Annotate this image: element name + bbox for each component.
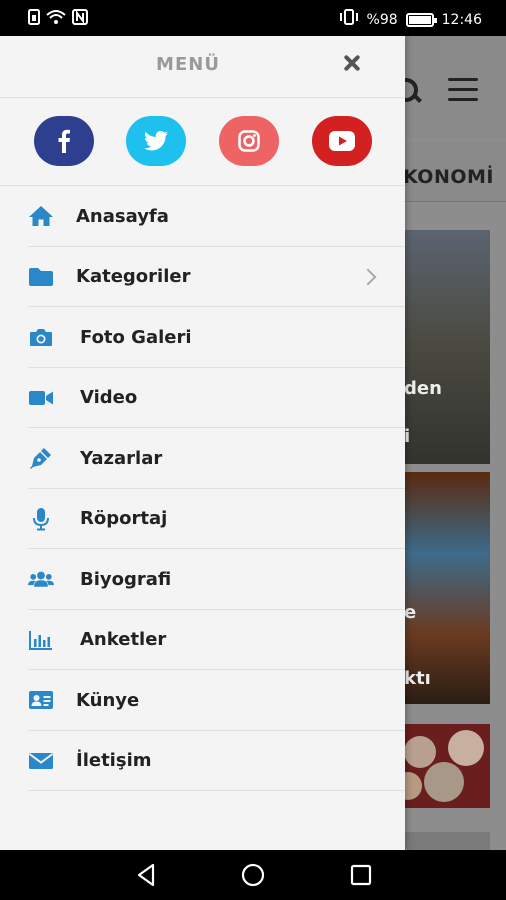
news-card xyxy=(394,724,490,808)
id-card-icon xyxy=(28,688,54,712)
status-left xyxy=(28,9,88,30)
news-card-text: e xyxy=(404,602,417,623)
folder-icon xyxy=(28,265,54,289)
menu-list: Anasayfa Kategoriler Foto Galeri Video Y… xyxy=(0,186,405,791)
menu-item-label: Kategoriler xyxy=(76,266,191,288)
menu-title: MENÜ xyxy=(156,54,220,75)
instagram-button[interactable] xyxy=(219,116,279,166)
menu-item-label: Video xyxy=(80,387,138,409)
bar-chart-icon xyxy=(28,628,54,652)
youtube-icon xyxy=(329,131,355,151)
menu-item-kategoriler[interactable]: Kategoriler xyxy=(0,247,405,308)
social-links xyxy=(0,98,405,186)
battery-fill xyxy=(408,15,431,24)
menu-item-kunye[interactable]: Künye xyxy=(0,670,405,731)
menu-item-yazarlar[interactable]: Yazarlar xyxy=(0,428,405,489)
side-menu-drawer: MENÜ Anasayfa Kategoriler Foto Galeri Vi… xyxy=(0,36,405,850)
news-card: e ktı xyxy=(400,472,490,704)
people-photo xyxy=(394,730,484,802)
clock: 12:46 xyxy=(441,11,482,28)
menu-item-video[interactable]: Video xyxy=(0,368,405,429)
battery-icon xyxy=(405,12,437,27)
sim-icon xyxy=(28,9,40,30)
home-button-icon[interactable] xyxy=(240,862,266,888)
camera-icon xyxy=(28,325,54,349)
microphone-icon xyxy=(28,507,54,531)
wifi-icon xyxy=(46,9,66,30)
news-card: den i xyxy=(400,230,490,464)
menu-item-roportaj[interactable]: Röportaj xyxy=(0,489,405,550)
youtube-button[interactable] xyxy=(312,116,372,166)
category-tab: KONOMİ xyxy=(402,166,494,188)
system-nav-bar xyxy=(0,850,506,900)
hamburger-menu-icon xyxy=(448,78,478,101)
status-right: %98 12:46 xyxy=(339,9,482,30)
home-icon xyxy=(28,204,54,228)
menu-item-label: Anketler xyxy=(80,629,167,651)
battery-percent: %98 xyxy=(366,11,398,28)
menu-item-label: Röportaj xyxy=(80,508,168,530)
video-camera-icon xyxy=(28,386,54,410)
news-card-text: ktı xyxy=(404,668,431,689)
menu-item-label: Künye xyxy=(76,689,140,711)
menu-item-iletisim[interactable]: İletişim xyxy=(0,731,405,792)
users-icon xyxy=(28,567,54,591)
back-icon[interactable] xyxy=(134,862,160,888)
pen-icon xyxy=(28,446,54,470)
facebook-icon xyxy=(58,129,70,153)
vibrate-icon xyxy=(339,9,359,30)
menu-item-foto-galeri[interactable]: Foto Galeri xyxy=(0,307,405,368)
menu-item-anketler[interactable]: Anketler xyxy=(0,610,405,671)
status-bar: %98 12:46 xyxy=(0,0,506,36)
menu-item-anasayfa[interactable]: Anasayfa xyxy=(0,186,405,247)
close-icon[interactable] xyxy=(339,50,365,76)
instagram-icon xyxy=(238,130,260,152)
menu-item-biyografi[interactable]: Biyografi xyxy=(0,549,405,610)
recent-apps-icon[interactable] xyxy=(348,862,374,888)
facebook-button[interactable] xyxy=(34,116,94,166)
nfc-icon xyxy=(72,9,88,30)
news-card xyxy=(400,832,490,850)
chevron-right-icon xyxy=(359,268,377,286)
menu-item-label: Yazarlar xyxy=(80,447,163,469)
news-card-text: den xyxy=(404,378,442,399)
twitter-button[interactable] xyxy=(126,116,186,166)
menu-item-label: Foto Galeri xyxy=(80,326,192,348)
menu-item-label: İletişim xyxy=(76,750,152,772)
drawer-header: MENÜ xyxy=(0,36,405,98)
envelope-icon xyxy=(28,749,54,773)
menu-item-label: Biyografi xyxy=(80,568,172,590)
twitter-icon xyxy=(144,131,168,151)
menu-item-label: Anasayfa xyxy=(76,205,169,227)
